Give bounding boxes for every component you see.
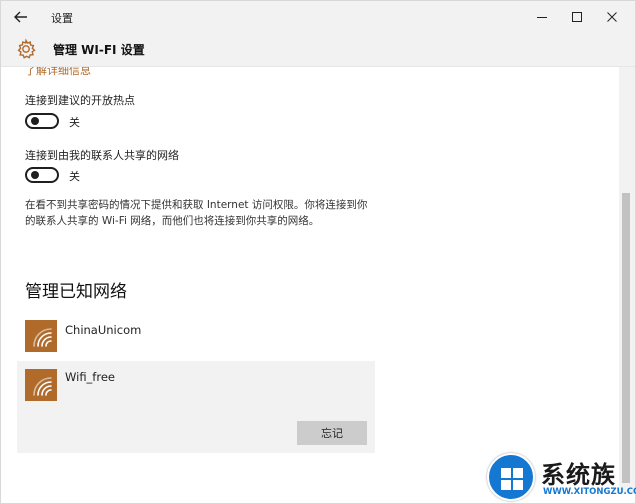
minimize-icon — [537, 17, 547, 18]
settings-window: 设置 管理 WI-FI 设置 了解详细信息 连接到建议的开放热点 关 连接到由我… — [0, 0, 636, 504]
scrollbar[interactable] — [619, 67, 635, 493]
back-arrow-icon — [14, 11, 27, 23]
scrollbar-thumb[interactable] — [622, 193, 630, 483]
network-name: Wifi_free — [65, 370, 115, 384]
title-bar: 设置 — [1, 1, 635, 33]
wifi-icon — [33, 328, 52, 347]
close-icon — [607, 12, 617, 22]
watermark-logo: 系统族 WWW.XITONGZU.COM — [487, 451, 636, 504]
network-item-chinaunicom[interactable]: ChinaUnicom — [17, 313, 375, 357]
watermark-url: WWW.XITONGZU.COM — [543, 487, 636, 497]
gear-icon — [17, 38, 36, 59]
network-name: ChinaUnicom — [65, 323, 142, 337]
setting-label-open-hotspots: 连接到建议的开放热点 — [25, 94, 135, 107]
watermark-title: 系统族 — [541, 461, 616, 489]
maximize-icon — [572, 12, 582, 22]
wifi-icon — [33, 377, 52, 396]
app-title: 设置 — [51, 12, 73, 25]
close-button[interactable] — [595, 5, 629, 29]
wifi-tile — [25, 320, 57, 352]
known-networks-heading: 管理已知网络 — [25, 282, 127, 302]
learn-more-link[interactable]: 了解详细信息 — [25, 67, 91, 78]
forget-button[interactable]: 忘记 — [297, 421, 367, 445]
sharing-description: 在看不到共享密码的情况下提供和获取 Internet 访问权限。你将连接到你的联… — [25, 199, 368, 227]
toggle-open-hotspots[interactable] — [25, 113, 59, 129]
minimize-button[interactable] — [525, 5, 559, 29]
watermark-emblem — [487, 453, 535, 501]
windows-logo-icon — [501, 468, 523, 490]
maximize-button[interactable] — [560, 5, 594, 29]
page-header: 管理 WI-FI 设置 — [1, 33, 635, 67]
setting-label-contacts-networks: 连接到由我的联系人共享的网络 — [25, 149, 179, 162]
toggle-state-contacts-networks: 关 — [69, 170, 80, 183]
wifi-tile — [25, 369, 57, 401]
toggle-knob — [31, 171, 39, 179]
toggle-knob — [31, 117, 39, 125]
toggle-state-open-hotspots: 关 — [69, 116, 80, 129]
back-button[interactable] — [9, 6, 33, 28]
network-item-wifi-free[interactable]: Wifi_free 忘记 — [17, 361, 375, 453]
content-area: 了解详细信息 连接到建议的开放热点 关 连接到由我的联系人共享的网络 关 在看不… — [1, 67, 619, 493]
toggle-contacts-networks[interactable] — [25, 167, 59, 183]
page-title: 管理 WI-FI 设置 — [53, 43, 145, 57]
